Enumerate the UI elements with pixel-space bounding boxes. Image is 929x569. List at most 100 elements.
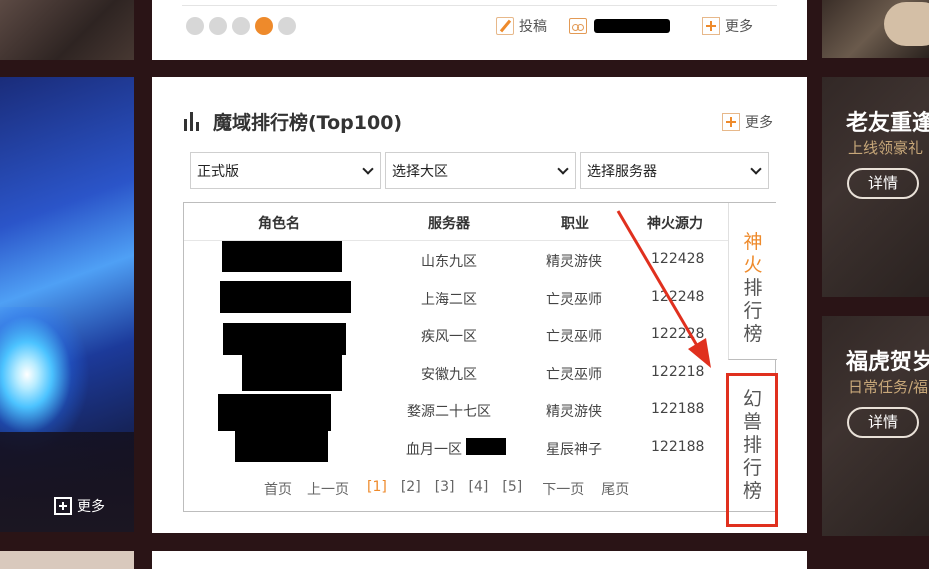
- chevron-down-icon: [750, 162, 762, 175]
- promo-card-2[interactable]: 福虎贺岁 日常任务/福 详情: [822, 316, 929, 536]
- carousel-dot[interactable]: [232, 17, 250, 35]
- row-power: 122428: [651, 251, 705, 267]
- table-header: 角色名 服务器 职业 神火源力: [184, 203, 728, 241]
- highlight-box: [726, 373, 778, 527]
- promo-details-button[interactable]: 详情: [847, 168, 919, 199]
- recording-link[interactable]: [569, 18, 670, 34]
- row-power: 122188: [651, 439, 705, 455]
- right-top-pill: [884, 2, 929, 46]
- left-top-banner[interactable]: [0, 0, 134, 60]
- version-select-value: 正式版: [197, 163, 239, 180]
- carousel-dot[interactable]: [209, 17, 227, 35]
- promo-title: 福虎贺岁: [846, 350, 929, 375]
- redacted-name: [235, 430, 328, 462]
- plus-icon: [54, 497, 72, 515]
- version-select[interactable]: 正式版: [190, 152, 381, 189]
- table-row: 上海二区 亡灵巫师 122248: [184, 280, 728, 317]
- top-links: 投稿 更多: [496, 16, 753, 36]
- ranking-more-label: 更多: [745, 115, 773, 131]
- plus-icon: [722, 113, 740, 131]
- chevron-down-icon: [557, 162, 569, 175]
- col-header-name: 角色名: [258, 216, 300, 232]
- row-server: 山东九区: [421, 254, 477, 270]
- page-1-current[interactable]: [1]: [367, 479, 387, 499]
- promo-subtitle: 日常任务/福: [848, 378, 929, 396]
- redacted-label: [594, 19, 670, 33]
- ranking-header: 魔域排行榜(Top100): [183, 108, 402, 135]
- page-3[interactable]: [3]: [435, 479, 455, 499]
- row-power: 122248: [651, 289, 705, 305]
- art-shade: [0, 432, 134, 532]
- tab-fire-label-highlight: 神火: [743, 231, 763, 276]
- table-row: 血月一区 星辰神子 122188: [184, 430, 728, 467]
- left-artwork-banner[interactable]: [0, 77, 134, 532]
- chevron-down-icon: [362, 162, 374, 175]
- row-class: 亡灵巫师: [546, 367, 602, 383]
- pencil-icon: [496, 17, 514, 35]
- top-more-label: 更多: [725, 19, 753, 35]
- carousel-dots: [186, 17, 296, 35]
- server-select[interactable]: 选择服务器: [580, 152, 769, 189]
- bottom-card: [152, 551, 807, 569]
- row-class: 精灵游侠: [546, 404, 602, 420]
- row-server: 安徽九区: [421, 367, 477, 383]
- promo-subtitle: 上线领豪礼: [848, 139, 924, 157]
- left-more-link[interactable]: 更多: [54, 496, 105, 516]
- region-select[interactable]: 选择大区: [385, 152, 576, 189]
- redacted-server-suffix: [466, 438, 506, 455]
- left-bottom-banner[interactable]: [0, 551, 134, 569]
- row-class: 精灵游侠: [546, 254, 602, 270]
- filter-selects: 正式版 选择大区 选择服务器: [190, 152, 769, 189]
- plus-icon: [702, 17, 720, 35]
- row-server: 疾风一区: [421, 329, 477, 345]
- page-2[interactable]: [2]: [401, 479, 421, 499]
- row-server: 婺源二十七区: [407, 404, 491, 420]
- row-class: 亡灵巫师: [546, 292, 602, 308]
- table-row: 山东九区 精灵游侠 122428: [184, 241, 728, 279]
- tab-fire-ranking[interactable]: 神火 排行榜: [728, 203, 777, 360]
- col-header-server: 服务器: [428, 216, 470, 232]
- row-power: 122218: [651, 364, 705, 380]
- left-more-label: 更多: [77, 499, 105, 515]
- promo-details-button[interactable]: 详情: [847, 407, 919, 438]
- page-first[interactable]: 首页: [264, 479, 292, 499]
- redacted-name: [220, 281, 351, 313]
- server-select-value: 选择服务器: [587, 163, 657, 180]
- col-header-class: 职业: [561, 216, 589, 232]
- redacted-name: [242, 355, 342, 391]
- top-card: 投稿 更多: [152, 0, 807, 60]
- row-power: 122188: [651, 401, 705, 417]
- row-server: 上海二区: [421, 292, 477, 308]
- redacted-name: [218, 394, 331, 431]
- table-row: 婺源二十七区 精灵游侠 122188: [184, 392, 728, 431]
- promo-card-1[interactable]: 老友重逢 上线领豪礼 详情: [822, 77, 929, 297]
- ranking-title: 魔域排行榜(Top100): [213, 112, 403, 134]
- submit-link[interactable]: 投稿: [496, 16, 547, 36]
- promo-title: 老友重逢: [846, 111, 929, 136]
- ranking-table: 角色名 服务器 职业 神火源力 山东九区 精灵游侠 122428 上海二区 亡灵…: [183, 202, 777, 512]
- row-power: 122228: [651, 326, 705, 342]
- page-4[interactable]: [4]: [469, 479, 489, 499]
- table-row: 安徽九区 亡灵巫师 122218: [184, 355, 728, 392]
- tab-fire-label-rest: 排行榜: [743, 277, 763, 345]
- carousel-dot[interactable]: [186, 17, 204, 35]
- right-top-banner[interactable]: [822, 0, 929, 58]
- region-select-value: 选择大区: [392, 163, 448, 180]
- page-next[interactable]: 下一页: [542, 479, 584, 499]
- ranking-more-link[interactable]: 更多: [722, 112, 773, 132]
- redacted-name: [223, 323, 346, 355]
- page-last[interactable]: 尾页: [601, 479, 629, 499]
- carousel-dot-active[interactable]: [255, 17, 273, 35]
- col-header-power: 神火源力: [647, 216, 703, 232]
- row-server: 血月一区: [406, 442, 462, 458]
- page-5[interactable]: [5]: [502, 479, 522, 499]
- row-class: 星辰神子: [546, 442, 602, 458]
- bar-chart-icon: [183, 111, 203, 132]
- submit-label: 投稿: [519, 19, 547, 35]
- pagination: 首页 上一页 [1] [2] [3] [4] [5] 下一页 尾页: [264, 479, 644, 499]
- page-prev[interactable]: 上一页: [307, 479, 349, 499]
- divider: [182, 5, 777, 6]
- top-more-link[interactable]: 更多: [702, 16, 753, 36]
- table-row: 疾风一区 亡灵巫师 122228: [184, 317, 728, 355]
- carousel-dot[interactable]: [278, 17, 296, 35]
